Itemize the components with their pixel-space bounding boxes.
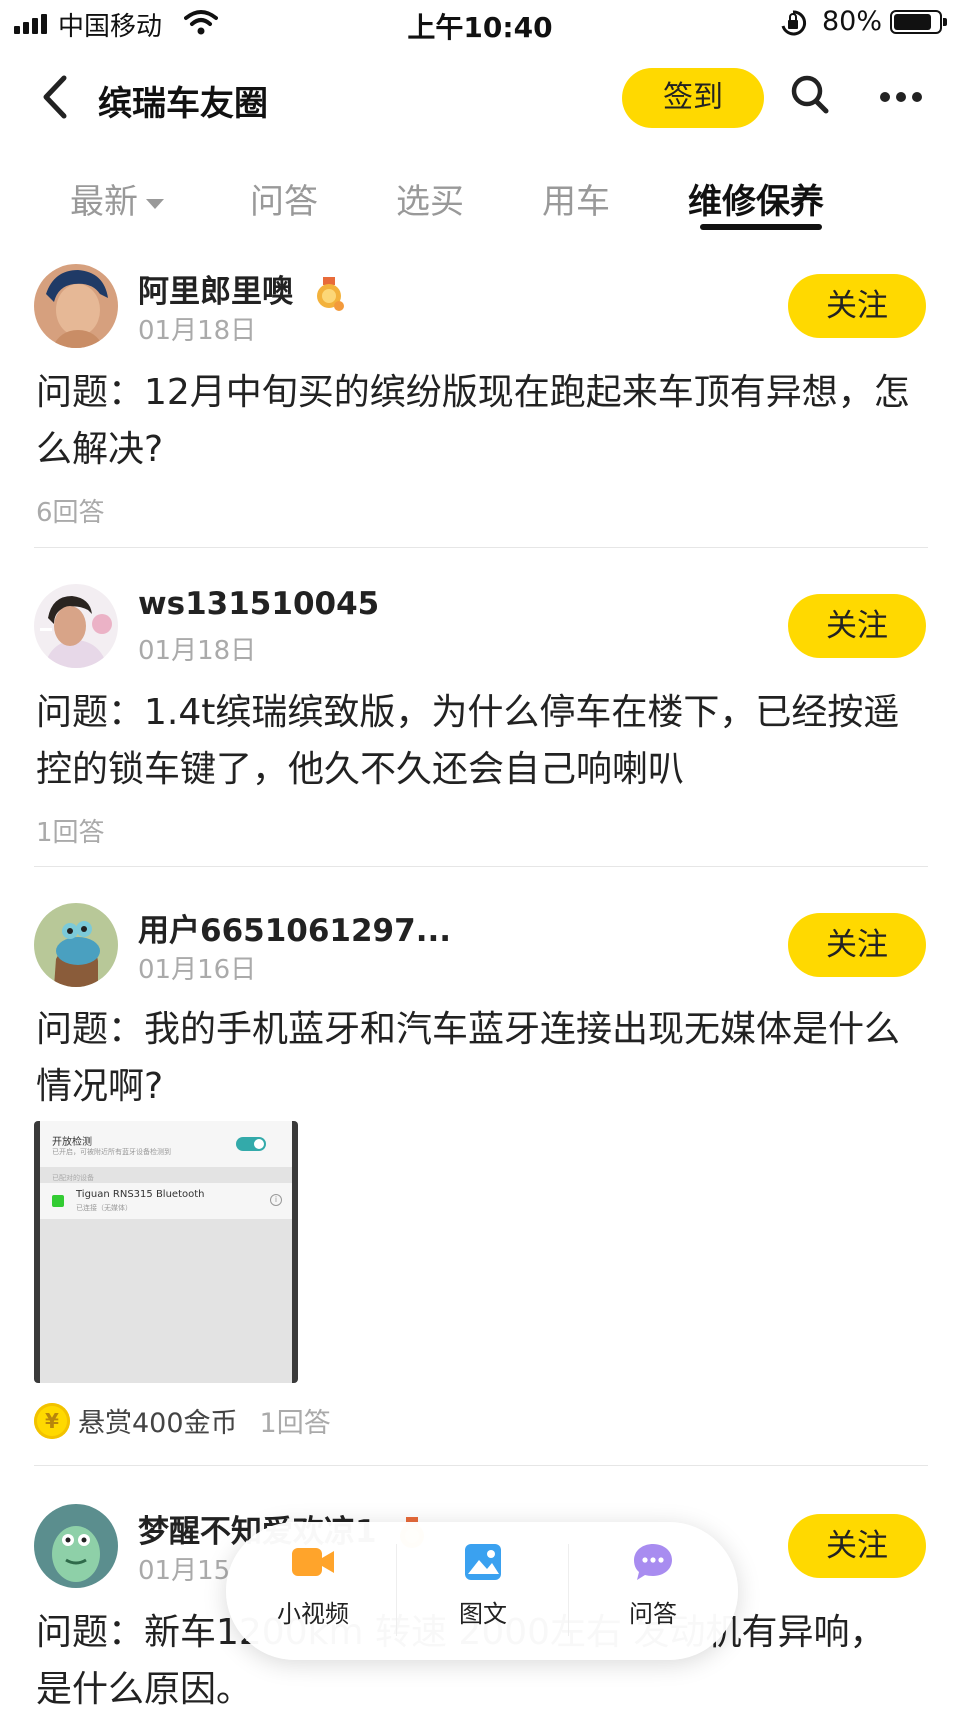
battery-percent: 80% [822,6,883,37]
divider [34,866,928,867]
username[interactable]: ws131510045 [138,586,379,622]
divider [34,1465,928,1466]
username[interactable]: 阿里郎里噢 [138,266,344,311]
page-title: 缤瑞车友圈 [98,84,268,124]
chat-icon [634,1544,672,1580]
battery-icon [890,10,947,34]
post-video-button[interactable]: 小视频 [228,1542,398,1629]
avatar[interactable] [34,903,118,987]
divider [34,547,928,548]
search-icon[interactable] [790,74,830,116]
question-text[interactable]: 问题：我的手机蓝牙和汽车蓝牙连接出现无媒体是什么情况啊? [36,1001,916,1115]
username[interactable]: 用户6651061297... [138,905,451,950]
question-text[interactable]: 问题：1.4t缤瑞缤致版，为什么停车在楼下，已经按遥控的锁车键了，他久不久还会自… [36,684,916,798]
avatar[interactable] [34,584,118,668]
rotation-lock-icon [781,10,806,36]
screenshot-subtitle: 已开启，可被附近所有蓝牙设备检测到 [52,1148,171,1156]
back-icon[interactable] [40,74,72,120]
tab-use[interactable]: 用车 [542,174,610,223]
tab-maintenance[interactable]: 维修保养 [688,174,824,223]
screenshot-section: 已配对的设备 [52,1174,94,1182]
medal-icon [316,276,344,311]
toggle-icon [236,1137,266,1151]
header: 缤瑞车友圈 签到 [0,56,960,142]
video-icon [292,1548,334,1576]
follow-button[interactable]: 关注 [788,913,926,977]
tab-latest[interactable]: 最新 [70,174,164,223]
post-date: 01月18日 [138,636,257,666]
reward-row: ¥ 悬赏400金币 1回答 [34,1401,331,1440]
answer-count: 1回答 [36,818,105,848]
attached-screenshot[interactable]: 开放检测 已开启，可被附近所有蓝牙设备检测到 已配对的设备 Tiguan RNS… [34,1121,298,1383]
floating-post-bar: 小视频 图文 问答 [226,1522,738,1660]
post-article-button[interactable]: 图文 [398,1542,568,1629]
question-text[interactable]: 问题：12月中旬买的缤纷版现在跑起来车顶有异想，怎么解决? [36,364,916,478]
follow-button[interactable]: 关注 [788,1514,926,1578]
post-date: 01月18日 [138,316,257,346]
reward-text: 悬赏400金币 [78,1408,238,1439]
answer-count: 6回答 [36,498,105,528]
follow-button[interactable]: 关注 [788,274,926,338]
tab-bar: 最新 问答 选买 用车 维修保养 [0,160,960,234]
dropdown-caret-icon [146,198,164,209]
coin-icon: ¥ [34,1402,70,1439]
screenshot-device-status: 已连接（无媒体） [76,1204,132,1212]
post-date: 01月16日 [138,955,257,985]
post-question-button[interactable]: 问答 [568,1542,738,1629]
follow-button[interactable]: 关注 [788,594,926,658]
status-time: 上午10:40 [407,11,553,44]
tab-qa[interactable]: 问答 [250,174,318,223]
device-icon [52,1195,64,1207]
post-date: 01月15 [138,1556,231,1586]
answer-count: 1回答 [259,1408,331,1439]
active-tab-indicator [700,224,822,230]
avatar[interactable] [34,1504,118,1588]
signin-button[interactable]: 签到 [622,68,764,128]
avatar[interactable] [34,264,118,348]
tab-buy[interactable]: 选买 [396,174,464,223]
separator [396,1544,397,1636]
screenshot-title: 开放检测 [52,1137,92,1148]
more-icon[interactable] [880,92,922,102]
status-bar: 中国移动 上午10:40 80% [0,0,960,48]
screenshot-device: Tiguan RNS315 Bluetooth [76,1189,205,1200]
image-icon [465,1544,501,1580]
info-icon: i [270,1194,282,1206]
